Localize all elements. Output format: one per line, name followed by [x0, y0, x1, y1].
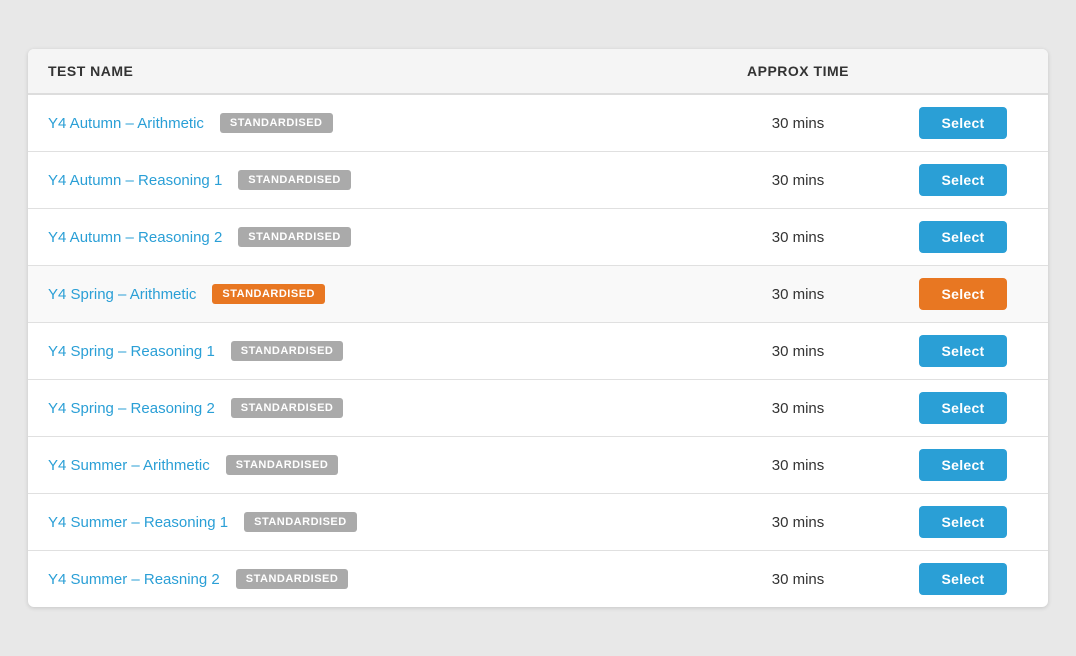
badge-3: STANDARDISED: [212, 284, 325, 304]
badge-2: STANDARDISED: [238, 227, 351, 247]
test-link-1[interactable]: Y4 Autumn – Reasoning 1: [48, 172, 222, 189]
select-button-1[interactable]: Select: [919, 164, 1006, 196]
badge-5: STANDARDISED: [231, 398, 344, 418]
col-name-2: Y4 Autumn – Reasoning 2 STANDARDISED: [48, 227, 698, 247]
col-action-4: Select: [898, 335, 1028, 367]
col-name-7: Y4 Summer – Reasoning 1 STANDARDISED: [48, 512, 698, 532]
col-time-8: 30 mins: [698, 571, 898, 588]
column-header-time: APPROX TIME: [698, 63, 898, 79]
test-link-5[interactable]: Y4 Spring – Reasoning 2: [48, 400, 215, 417]
col-name-1: Y4 Autumn – Reasoning 1 STANDARDISED: [48, 170, 698, 190]
select-button-6[interactable]: Select: [919, 449, 1006, 481]
col-time-7: 30 mins: [698, 514, 898, 531]
table-row: Y4 Spring – Reasoning 2 STANDARDISED 30 …: [28, 380, 1048, 437]
col-action-5: Select: [898, 392, 1028, 424]
table-header: TEST NAME APPROX TIME: [28, 49, 1048, 95]
col-time-0: 30 mins: [698, 115, 898, 132]
test-link-3[interactable]: Y4 Spring – Arithmetic: [48, 286, 196, 303]
badge-1: STANDARDISED: [238, 170, 351, 190]
test-link-2[interactable]: Y4 Autumn – Reasoning 2: [48, 229, 222, 246]
badge-8: STANDARDISED: [236, 569, 349, 589]
col-time-6: 30 mins: [698, 457, 898, 474]
column-header-name: TEST NAME: [48, 63, 698, 79]
select-button-2[interactable]: Select: [919, 221, 1006, 253]
table-row: Y4 Summer – Reasoning 1 STANDARDISED 30 …: [28, 494, 1048, 551]
table-row: Y4 Summer – Arithmetic STANDARDISED 30 m…: [28, 437, 1048, 494]
badge-0: STANDARDISED: [220, 113, 333, 133]
col-name-5: Y4 Spring – Reasoning 2 STANDARDISED: [48, 398, 698, 418]
col-time-2: 30 mins: [698, 229, 898, 246]
test-link-6[interactable]: Y4 Summer – Arithmetic: [48, 457, 210, 474]
table-body: Y4 Autumn – Arithmetic STANDARDISED 30 m…: [28, 95, 1048, 607]
col-action-2: Select: [898, 221, 1028, 253]
col-action-3: Select: [898, 278, 1028, 310]
col-name-0: Y4 Autumn – Arithmetic STANDARDISED: [48, 113, 698, 133]
col-action-6: Select: [898, 449, 1028, 481]
col-action-0: Select: [898, 107, 1028, 139]
select-button-8[interactable]: Select: [919, 563, 1006, 595]
select-button-7[interactable]: Select: [919, 506, 1006, 538]
col-time-1: 30 mins: [698, 172, 898, 189]
badge-6: STANDARDISED: [226, 455, 339, 475]
col-name-6: Y4 Summer – Arithmetic STANDARDISED: [48, 455, 698, 475]
select-button-5[interactable]: Select: [919, 392, 1006, 424]
table-row: Y4 Spring – Reasoning 1 STANDARDISED 30 …: [28, 323, 1048, 380]
table-row: Y4 Spring – Arithmetic STANDARDISED 30 m…: [28, 266, 1048, 323]
table-row: Y4 Autumn – Reasoning 2 STANDARDISED 30 …: [28, 209, 1048, 266]
test-link-4[interactable]: Y4 Spring – Reasoning 1: [48, 343, 215, 360]
table-row: Y4 Summer – Reasning 2 STANDARDISED 30 m…: [28, 551, 1048, 607]
test-link-0[interactable]: Y4 Autumn – Arithmetic: [48, 115, 204, 132]
table-row: Y4 Autumn – Arithmetic STANDARDISED 30 m…: [28, 95, 1048, 152]
col-time-5: 30 mins: [698, 400, 898, 417]
col-time-3: 30 mins: [698, 286, 898, 303]
col-name-3: Y4 Spring – Arithmetic STANDARDISED: [48, 284, 698, 304]
select-button-0[interactable]: Select: [919, 107, 1006, 139]
col-action-1: Select: [898, 164, 1028, 196]
col-name-8: Y4 Summer – Reasning 2 STANDARDISED: [48, 569, 698, 589]
col-action-7: Select: [898, 506, 1028, 538]
badge-7: STANDARDISED: [244, 512, 357, 532]
badge-4: STANDARDISED: [231, 341, 344, 361]
col-name-4: Y4 Spring – Reasoning 1 STANDARDISED: [48, 341, 698, 361]
select-button-3[interactable]: Select: [919, 278, 1006, 310]
test-link-8[interactable]: Y4 Summer – Reasning 2: [48, 571, 220, 588]
col-action-8: Select: [898, 563, 1028, 595]
col-time-4: 30 mins: [698, 343, 898, 360]
test-link-7[interactable]: Y4 Summer – Reasoning 1: [48, 514, 228, 531]
table-row: Y4 Autumn – Reasoning 1 STANDARDISED 30 …: [28, 152, 1048, 209]
test-table: TEST NAME APPROX TIME Y4 Autumn – Arithm…: [28, 49, 1048, 607]
select-button-4[interactable]: Select: [919, 335, 1006, 367]
